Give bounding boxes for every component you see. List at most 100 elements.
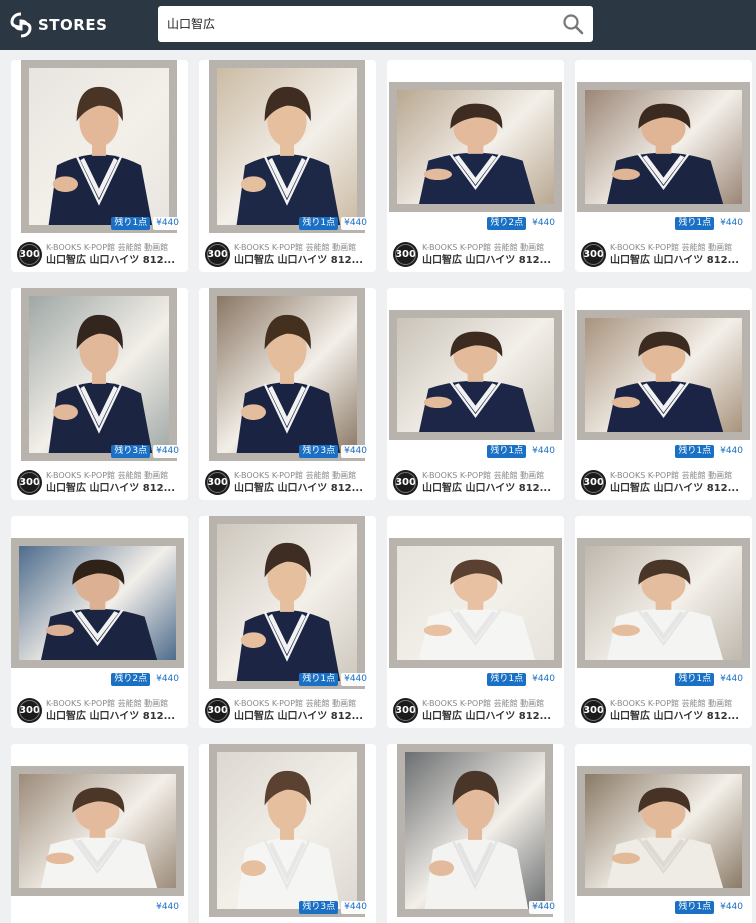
- product-image[interactable]: [387, 60, 564, 237]
- shop-avatar[interactable]: 300: [17, 242, 42, 267]
- product-title[interactable]: 山口智広 山口ハイツ 812...: [234, 254, 370, 267]
- shop-avatar[interactable]: 300: [393, 698, 418, 723]
- shop-info[interactable]: 300 K-BOOKS K-POP館 芸能館 動画館 山口智広 山口ハイツ 812.…: [17, 698, 182, 726]
- shop-name[interactable]: K-BOOKS K-POP館 芸能館 動画館: [234, 698, 370, 709]
- product-title[interactable]: 山口智広 山口ハイツ 812...: [422, 710, 558, 723]
- price-label: ¥440: [529, 901, 558, 914]
- shop-name[interactable]: K-BOOKS K-POP館 芸能館 動画館: [234, 242, 370, 253]
- shop-avatar[interactable]: 300: [17, 470, 42, 495]
- shop-info[interactable]: 300 K-BOOKS K-POP館 芸能館 動画館 山口智広 山口ハイツ 812.…: [17, 470, 182, 498]
- product-title[interactable]: 山口智広 山口ハイツ 812...: [610, 710, 746, 723]
- product-card[interactable]: 残り3点 ¥440 300 K-BOOKS K-POP館 芸能館 動画館 山口智広 山口…: [199, 288, 376, 500]
- product-card[interactable]: 残り2点 ¥440 300 K-BOOKS K-POP館 芸能館 動画館 山口智広 山口…: [387, 60, 564, 272]
- shop-info[interactable]: 300 K-BOOKS K-POP館 芸能館 動画館 山口智広 山口ハイツ 812.…: [393, 242, 558, 270]
- price-badges: 残り1点 ¥440: [675, 672, 746, 687]
- shop-avatar[interactable]: 300: [393, 242, 418, 267]
- product-card[interactable]: 残り1点 ¥440 300 K-BOOKS K-POP館 芸能館 動画館 山口智広 山口…: [199, 60, 376, 272]
- shop-name[interactable]: K-BOOKS K-POP館 芸能館 動画館: [610, 698, 746, 709]
- product-card[interactable]: 残り1点 ¥440: [575, 744, 752, 923]
- shop-name[interactable]: K-BOOKS K-POP館 芸能館 動画館: [422, 242, 558, 253]
- shop-name[interactable]: K-BOOKS K-POP館 芸能館 動画館: [422, 470, 558, 481]
- price-label: ¥440: [717, 673, 746, 686]
- photo-inner: [397, 318, 554, 432]
- product-image[interactable]: [199, 288, 376, 465]
- product-title[interactable]: 山口智広 山口ハイツ 812...: [234, 710, 370, 723]
- product-card[interactable]: 残り1点 ¥440 300 K-BOOKS K-POP館 芸能館 動画館 山口智広 山口…: [575, 516, 752, 728]
- shop-name[interactable]: K-BOOKS K-POP館 芸能館 動画館: [422, 698, 558, 709]
- search-bar[interactable]: 山口智広: [158, 6, 593, 42]
- product-image[interactable]: [11, 288, 188, 465]
- price-label: ¥440: [153, 217, 182, 230]
- shop-info[interactable]: 300 K-BOOKS K-POP館 芸能館 動画館 山口智広 山口ハイツ 812.…: [581, 470, 746, 498]
- product-title[interactable]: 山口智広 山口ハイツ 812...: [422, 254, 558, 267]
- product-title[interactable]: 山口智広 山口ハイツ 812...: [46, 254, 182, 267]
- product-image[interactable]: [11, 60, 188, 237]
- shop-info[interactable]: 300 K-BOOKS K-POP館 芸能館 動画館 山口智広 山口ハイツ 812.…: [581, 242, 746, 270]
- shop-info[interactable]: 300 K-BOOKS K-POP館 芸能館 動画館 山口智広 山口ハイツ 812.…: [205, 698, 370, 726]
- photo-figure: [236, 314, 341, 453]
- shop-avatar[interactable]: 300: [205, 470, 230, 495]
- shop-name[interactable]: K-BOOKS K-POP館 芸能館 動画館: [46, 698, 182, 709]
- stock-badge: 残り3点: [111, 445, 151, 458]
- shop-avatar[interactable]: 300: [581, 470, 606, 495]
- product-card[interactable]: 残り1点 ¥440 300 K-BOOKS K-POP館 芸能館 動画館 山口智広 山口…: [11, 60, 188, 272]
- product-title[interactable]: 山口智広 山口ハイツ 812...: [46, 482, 182, 495]
- product-title[interactable]: 山口智広 山口ハイツ 812...: [422, 482, 558, 495]
- shop-info[interactable]: 300 K-BOOKS K-POP館 芸能館 動画館 山口智広 山口ハイツ 812.…: [393, 470, 558, 498]
- product-card[interactable]: 残り2点 ¥440 300 K-BOOKS K-POP館 芸能館 動画館 山口智広 山口…: [11, 516, 188, 728]
- shop-avatar[interactable]: 300: [205, 698, 230, 723]
- shop-info[interactable]: 300 K-BOOKS K-POP館 芸能館 動画館 山口智広 山口ハイツ 812.…: [205, 470, 370, 498]
- shop-info[interactable]: 300 K-BOOKS K-POP館 芸能館 動画館 山口智広 山口ハイツ 812.…: [205, 242, 370, 270]
- price-badges: 残り1点 ¥440: [675, 444, 746, 459]
- product-image[interactable]: [387, 744, 564, 921]
- product-image[interactable]: [199, 744, 376, 921]
- product-title[interactable]: 山口智広 山口ハイツ 812...: [46, 710, 182, 723]
- product-card[interactable]: 残り1点 ¥440 300 K-BOOKS K-POP館 芸能館 動画館 山口智広 山口…: [387, 288, 564, 500]
- shop-name[interactable]: K-BOOKS K-POP館 芸能館 動画館: [610, 242, 746, 253]
- product-image[interactable]: [387, 516, 564, 693]
- price-badges: 残り1点 ¥440: [487, 444, 558, 459]
- product-grid: 残り1点 ¥440 300 K-BOOKS K-POP館 芸能館 動画館 山口智広 山口…: [0, 50, 756, 923]
- product-title[interactable]: 山口智広 山口ハイツ 812...: [234, 482, 370, 495]
- product-title[interactable]: 山口智広 山口ハイツ 812...: [610, 254, 746, 267]
- product-card[interactable]: 残り3点 ¥440 300 K-BOOKS K-POP館 芸能館 動画館 山口智広 山口…: [11, 288, 188, 500]
- product-image[interactable]: [575, 288, 752, 465]
- product-image[interactable]: [575, 744, 752, 921]
- shop-name[interactable]: K-BOOKS K-POP館 芸能館 動画館: [46, 470, 182, 481]
- product-card[interactable]: 残り3点 ¥440: [199, 744, 376, 923]
- search-input[interactable]: 山口智広: [167, 15, 215, 32]
- photo-figure: [40, 787, 158, 888]
- shop-avatar[interactable]: 300: [393, 470, 418, 495]
- product-image[interactable]: [11, 744, 188, 921]
- shop-avatar[interactable]: 300: [581, 698, 606, 723]
- stores-logo[interactable]: STORES: [10, 10, 107, 40]
- product-card[interactable]: 残り1点 ¥440 300 K-BOOKS K-POP館 芸能館 動画館 山口智広 山口…: [387, 516, 564, 728]
- product-card[interactable]: 残り1点 ¥440 300 K-BOOKS K-POP館 芸能館 動画館 山口智広 山口…: [575, 60, 752, 272]
- shop-info[interactable]: 300 K-BOOKS K-POP館 芸能館 動画館 山口智広 山口ハイツ 812.…: [17, 242, 182, 270]
- product-card[interactable]: ¥440: [387, 744, 564, 923]
- product-image[interactable]: [575, 516, 752, 693]
- shop-avatar[interactable]: 300: [205, 242, 230, 267]
- product-image[interactable]: [199, 516, 376, 693]
- product-image[interactable]: [11, 516, 188, 693]
- product-title[interactable]: 山口智広 山口ハイツ 812...: [610, 482, 746, 495]
- shop-avatar[interactable]: 300: [581, 242, 606, 267]
- shop-name[interactable]: K-BOOKS K-POP館 芸能館 動画館: [46, 242, 182, 253]
- product-card[interactable]: 残り1点 ¥440 300 K-BOOKS K-POP館 芸能館 動画館 山口智広 山口…: [575, 288, 752, 500]
- shop-name[interactable]: K-BOOKS K-POP館 芸能館 動画館: [234, 470, 370, 481]
- photo-inner: [585, 774, 742, 888]
- photo-figure: [418, 559, 536, 660]
- product-image[interactable]: [575, 60, 752, 237]
- shop-info[interactable]: 300 K-BOOKS K-POP館 芸能館 動画館 山口智広 山口ハイツ 812.…: [581, 698, 746, 726]
- logo-text: STORES: [38, 16, 108, 34]
- product-photo: [389, 310, 562, 440]
- shop-name[interactable]: K-BOOKS K-POP館 芸能館 動画館: [610, 470, 746, 481]
- shop-info[interactable]: 300 K-BOOKS K-POP館 芸能館 動画館 山口智広 山口ハイツ 812.…: [393, 698, 558, 726]
- stock-badge: 残り1点: [299, 673, 339, 686]
- search-icon[interactable]: [562, 13, 584, 35]
- product-image[interactable]: [387, 288, 564, 465]
- product-card[interactable]: 残り1点 ¥440 300 K-BOOKS K-POP館 芸能館 動画館 山口智広 山口…: [199, 516, 376, 728]
- product-card[interactable]: ¥440: [11, 744, 188, 923]
- product-image[interactable]: [199, 60, 376, 237]
- shop-avatar[interactable]: 300: [17, 698, 42, 723]
